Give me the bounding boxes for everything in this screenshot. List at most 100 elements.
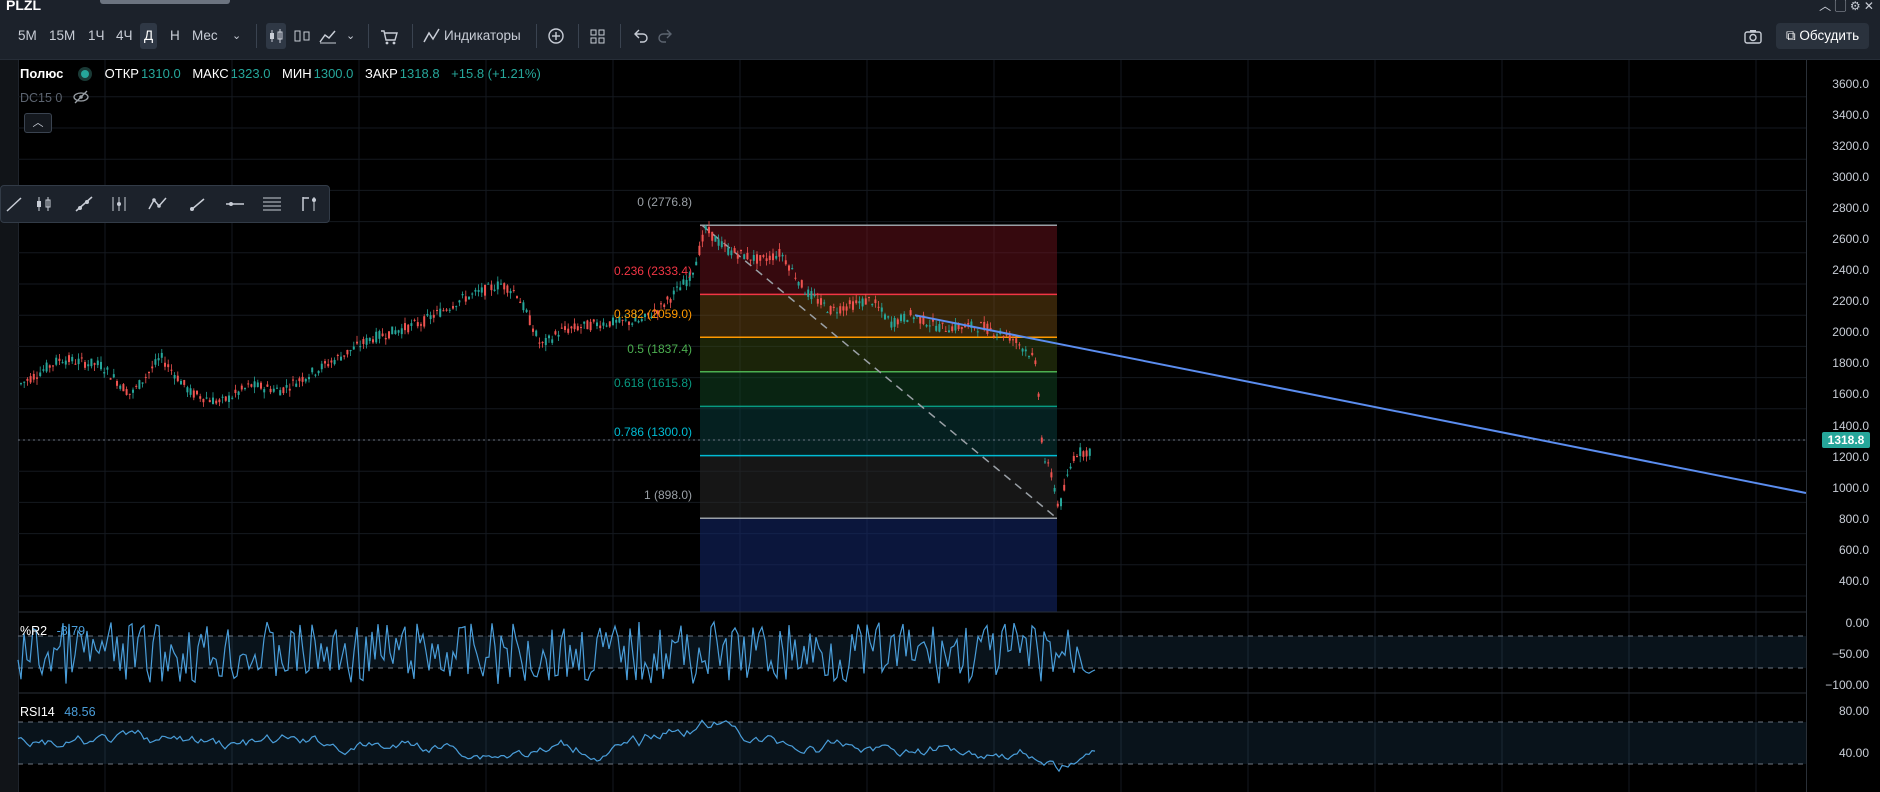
rsi-indicator-legend: RSI14 48.56 — [20, 705, 96, 719]
candle-body — [996, 334, 998, 336]
axis-tick: 1000.0 — [1832, 481, 1869, 495]
candle-body — [365, 337, 368, 345]
candle-body — [669, 299, 672, 303]
candle-body — [890, 321, 893, 328]
candle-body — [429, 315, 432, 320]
candle-body — [173, 375, 176, 379]
candle-body — [535, 330, 538, 336]
fib-level-0-label: 0 (2776.8) — [637, 195, 692, 209]
price-axis[interactable]: 3600.0 3400.0 3200.0 3000.0 2800.0 2600.… — [1806, 60, 1880, 792]
r2-axis-tick: −50.00 — [1831, 647, 1869, 661]
candle-body — [951, 326, 954, 332]
fib-channel-icon[interactable] — [109, 194, 131, 214]
candle-body — [583, 321, 586, 324]
candle-body — [247, 383, 250, 385]
candle-body — [599, 325, 602, 329]
candle-body — [276, 387, 278, 389]
candle-body — [176, 375, 179, 382]
candle-body — [813, 294, 816, 296]
candle-body — [762, 255, 765, 257]
candle-body — [205, 397, 208, 399]
candle-body — [164, 362, 166, 367]
candle-body — [855, 300, 858, 304]
rsi-band — [18, 722, 1806, 764]
segment-icon[interactable] — [187, 194, 209, 214]
candle-body — [919, 316, 922, 324]
candle-body — [791, 268, 794, 270]
candle-body — [301, 376, 304, 382]
candle-body — [432, 314, 435, 318]
candle-body — [740, 249, 742, 252]
candle-body — [250, 384, 253, 387]
candle-body — [1024, 349, 1027, 352]
candle-body — [957, 324, 960, 330]
candle-body — [1085, 450, 1088, 457]
candle-body — [756, 254, 758, 264]
candle-body — [557, 334, 560, 337]
candle-body — [752, 255, 755, 261]
fib-level-0236-label: 0.236 (2333.4) — [613, 264, 692, 278]
candle-body — [266, 384, 269, 387]
axis-tick: 3400.0 — [1832, 108, 1869, 122]
candle-body — [64, 360, 67, 365]
candle-body — [240, 385, 243, 390]
candle-body — [980, 322, 982, 324]
candle-body — [93, 363, 96, 365]
candle-body — [672, 290, 675, 295]
candle-body — [199, 396, 202, 399]
candle-body — [208, 400, 211, 403]
collapse-legend-button[interactable]: ︿ — [24, 113, 52, 133]
candle-body — [215, 400, 218, 404]
axis-tick: 3600.0 — [1832, 77, 1869, 91]
candle-body — [941, 322, 944, 324]
candle-body — [832, 306, 835, 308]
candle-body — [784, 260, 787, 265]
candle-body — [666, 296, 669, 300]
candle-body — [736, 254, 739, 259]
candle-body — [685, 279, 688, 287]
fib-zone — [700, 371, 1057, 407]
candle-body — [452, 306, 454, 309]
eye-hidden-icon[interactable] — [72, 88, 90, 106]
rsi-value: 48.56 — [64, 705, 96, 719]
candle-body — [976, 331, 979, 333]
candle-body — [1040, 437, 1043, 443]
candle-body — [84, 362, 86, 368]
candle-body — [682, 279, 685, 285]
candle-body — [516, 296, 518, 298]
price-range-icon[interactable] — [298, 194, 320, 214]
candle-body — [455, 306, 458, 308]
horizontal-line-icon[interactable] — [224, 194, 246, 214]
fib-retracement-icon[interactable] — [261, 194, 283, 214]
candle-body — [263, 389, 266, 393]
candle-body — [1021, 348, 1024, 352]
candle-body — [311, 367, 314, 373]
candle-body — [580, 327, 582, 329]
candle-body — [692, 272, 694, 275]
candle-body — [778, 248, 781, 257]
candle-body — [836, 312, 838, 314]
candle-body — [631, 323, 634, 325]
r2-axis-tick: 0.00 — [1845, 616, 1869, 630]
fib-level-0618-label: 0.618 (1615.8) — [613, 376, 692, 390]
ray-icon[interactable] — [73, 194, 95, 214]
candle-body — [628, 321, 630, 325]
close-value: 1318.8 — [399, 66, 440, 81]
trend-line-icon[interactable] — [3, 194, 25, 214]
candle-body — [103, 372, 106, 374]
long-position-icon[interactable] — [33, 194, 55, 214]
price-chart[interactable] — [0, 0, 1880, 792]
candle-body — [224, 396, 227, 401]
candle-body — [26, 378, 29, 381]
candle-body — [490, 284, 493, 291]
candle-body — [372, 339, 374, 343]
candle-body — [877, 306, 880, 308]
candle-body — [596, 322, 598, 327]
candle-body — [317, 370, 320, 374]
candle-body — [509, 291, 512, 294]
path-icon[interactable] — [147, 194, 169, 214]
candle-body — [679, 287, 682, 291]
candle-body — [906, 319, 909, 322]
candle-body — [58, 358, 61, 361]
candle-body — [893, 317, 896, 327]
